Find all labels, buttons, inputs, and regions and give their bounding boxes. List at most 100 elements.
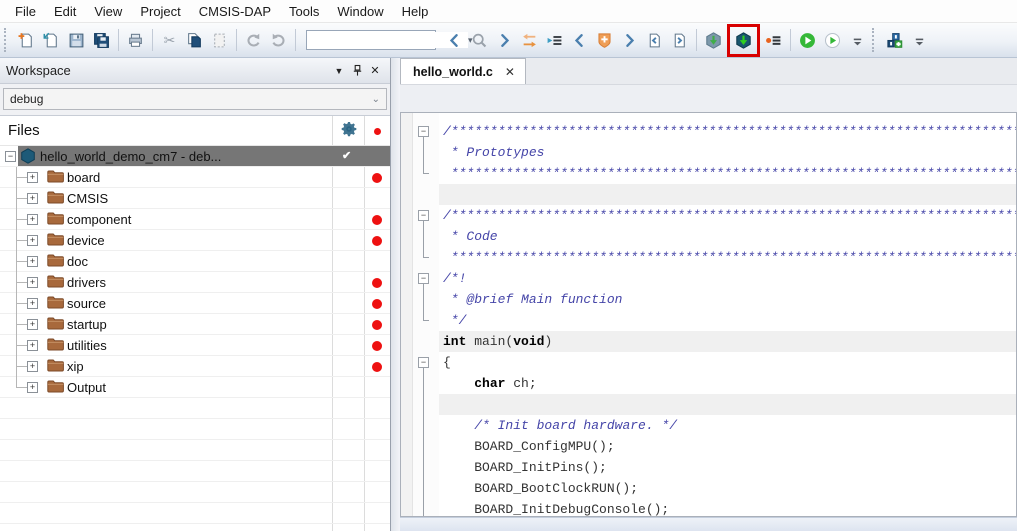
page-next-icon xyxy=(671,32,688,49)
toolbar-overflow-button[interactable] xyxy=(907,28,932,53)
tree-item-startup[interactable]: +startup xyxy=(0,314,390,335)
expand-icon[interactable]: + xyxy=(27,361,38,372)
code-line: BOARD_InitDebugConsole(); xyxy=(439,499,1016,516)
tree-item-hello-world-demo-cm7-deb[interactable]: −hello_world_demo_cm7 - deb...✔ xyxy=(0,146,390,167)
expand-icon[interactable]: + xyxy=(27,193,38,204)
print-button[interactable] xyxy=(123,28,148,53)
menu-edit[interactable]: Edit xyxy=(45,2,85,21)
expand-icon[interactable]: + xyxy=(27,277,38,288)
panel-close-button[interactable]: ✕ xyxy=(366,62,384,80)
paste-button[interactable] xyxy=(207,28,232,53)
menu-window[interactable]: Window xyxy=(328,2,392,21)
expand-icon[interactable]: + xyxy=(27,172,38,183)
print-icon xyxy=(127,32,144,49)
expand-icon[interactable]: + xyxy=(27,235,38,246)
tree-item-cmsis[interactable]: +CMSIS xyxy=(0,188,390,209)
run-to-cursor-icon xyxy=(824,32,841,49)
debug-without-download-button[interactable] xyxy=(761,28,786,53)
workspace-config-select[interactable]: debug ⌄ xyxy=(3,88,387,110)
build-dot xyxy=(372,362,382,372)
panel-menu-button[interactable]: ▼ xyxy=(330,62,348,80)
code-line: BOARD_ConfigMPU(); xyxy=(439,436,1016,457)
page-next-button[interactable] xyxy=(667,28,692,53)
breakpoint-margin[interactable] xyxy=(401,113,413,516)
fold-toggle-icon[interactable]: − xyxy=(418,357,429,368)
page-prev-button[interactable] xyxy=(642,28,667,53)
open-file-button[interactable] xyxy=(39,28,64,53)
copy-button[interactable] xyxy=(182,28,207,53)
swap-arrows-button[interactable] xyxy=(517,28,542,53)
expand-icon[interactable]: + xyxy=(27,382,38,393)
cut-button[interactable]: ✂ xyxy=(157,28,182,53)
new-file-button[interactable] xyxy=(14,28,39,53)
menu-file[interactable]: File xyxy=(6,2,45,21)
fold-guide-line xyxy=(423,137,424,173)
nav-forward-button[interactable] xyxy=(492,28,517,53)
expand-icon[interactable]: + xyxy=(27,340,38,351)
expand-icon[interactable]: + xyxy=(27,319,38,330)
folder-icon xyxy=(47,211,64,228)
cmsis-pack-manager-button[interactable] xyxy=(882,28,907,53)
search-button[interactable] xyxy=(467,28,492,53)
chevron-down-icon: ⌄ xyxy=(372,94,380,105)
tree-item-output[interactable]: +Output xyxy=(0,377,390,398)
expand-icon[interactable]: + xyxy=(27,298,38,309)
next-chevron-button[interactable] xyxy=(617,28,642,53)
tree-item-drivers[interactable]: +drivers xyxy=(0,272,390,293)
fold-toggle-icon[interactable]: − xyxy=(418,273,429,284)
bookmark-shield-button[interactable] xyxy=(592,28,617,53)
tree-item-component[interactable]: +component xyxy=(0,209,390,230)
tree-item-board[interactable]: +board xyxy=(0,167,390,188)
fold-toggle-icon[interactable]: − xyxy=(418,126,429,137)
undo-button[interactable] xyxy=(241,28,266,53)
toolbar-overflow-button[interactable] xyxy=(845,28,870,53)
fold-guide-line xyxy=(423,221,424,257)
tree-item-xip[interactable]: +xip xyxy=(0,356,390,377)
build-dot xyxy=(372,320,382,330)
panel-splitter[interactable] xyxy=(391,58,400,531)
toolbar-grip[interactable] xyxy=(4,28,10,52)
project-icon xyxy=(20,148,36,167)
download-flash-button[interactable] xyxy=(701,28,726,53)
menu-project[interactable]: Project xyxy=(131,2,189,21)
download-and-debug-button[interactable] xyxy=(731,28,756,53)
tree-item-doc[interactable]: +doc xyxy=(0,251,390,272)
run-icon xyxy=(799,32,816,49)
menu-cmsis-dap[interactable]: CMSIS-DAP xyxy=(190,2,280,21)
run-button[interactable] xyxy=(795,28,820,53)
code-line: * Code xyxy=(439,226,1016,247)
menu-view[interactable]: View xyxy=(85,2,131,21)
tab-hello-world-c[interactable]: hello_world.c ✕ xyxy=(400,58,526,84)
code-line: int main(void) xyxy=(439,331,1016,352)
redo-button[interactable] xyxy=(266,28,291,53)
editor-margin xyxy=(400,85,1017,112)
menu-help[interactable]: Help xyxy=(393,2,438,21)
nav-back-button[interactable] xyxy=(442,28,467,53)
code-line: ****************************************… xyxy=(439,247,1016,268)
save-button[interactable] xyxy=(64,28,89,53)
run-to-cursor-button[interactable] xyxy=(820,28,845,53)
code-line: * Prototypes xyxy=(439,142,1016,163)
toolbar-search-combo[interactable]: ▾ xyxy=(306,30,436,50)
play-list-button[interactable] xyxy=(542,28,567,53)
save-all-icon xyxy=(93,32,110,49)
code-area[interactable]: /***************************************… xyxy=(439,113,1016,516)
close-icon: ✕ xyxy=(370,64,379,77)
prev-chevron-button[interactable] xyxy=(567,28,592,53)
tree-item-source[interactable]: +source xyxy=(0,293,390,314)
code-line: ****************************************… xyxy=(439,163,1016,184)
collapse-icon[interactable]: − xyxy=(5,151,16,162)
tree-item-utilities[interactable]: + utilities xyxy=(0,335,390,356)
fold-toggle-icon[interactable]: − xyxy=(418,210,429,221)
save-all-button[interactable] xyxy=(89,28,114,53)
toolbar-grip[interactable] xyxy=(872,28,878,52)
horizontal-scrollbar[interactable] xyxy=(400,517,1017,531)
menu-tools[interactable]: Tools xyxy=(280,2,328,21)
close-tab-icon[interactable]: ✕ xyxy=(505,65,515,79)
expand-icon[interactable]: + xyxy=(27,214,38,225)
tree-item-label: utilities xyxy=(67,338,107,353)
panel-pin-button[interactable] xyxy=(348,62,366,80)
tree-item-device[interactable]: +device xyxy=(0,230,390,251)
expand-icon[interactable]: + xyxy=(27,256,38,267)
folder-icon xyxy=(47,232,64,249)
